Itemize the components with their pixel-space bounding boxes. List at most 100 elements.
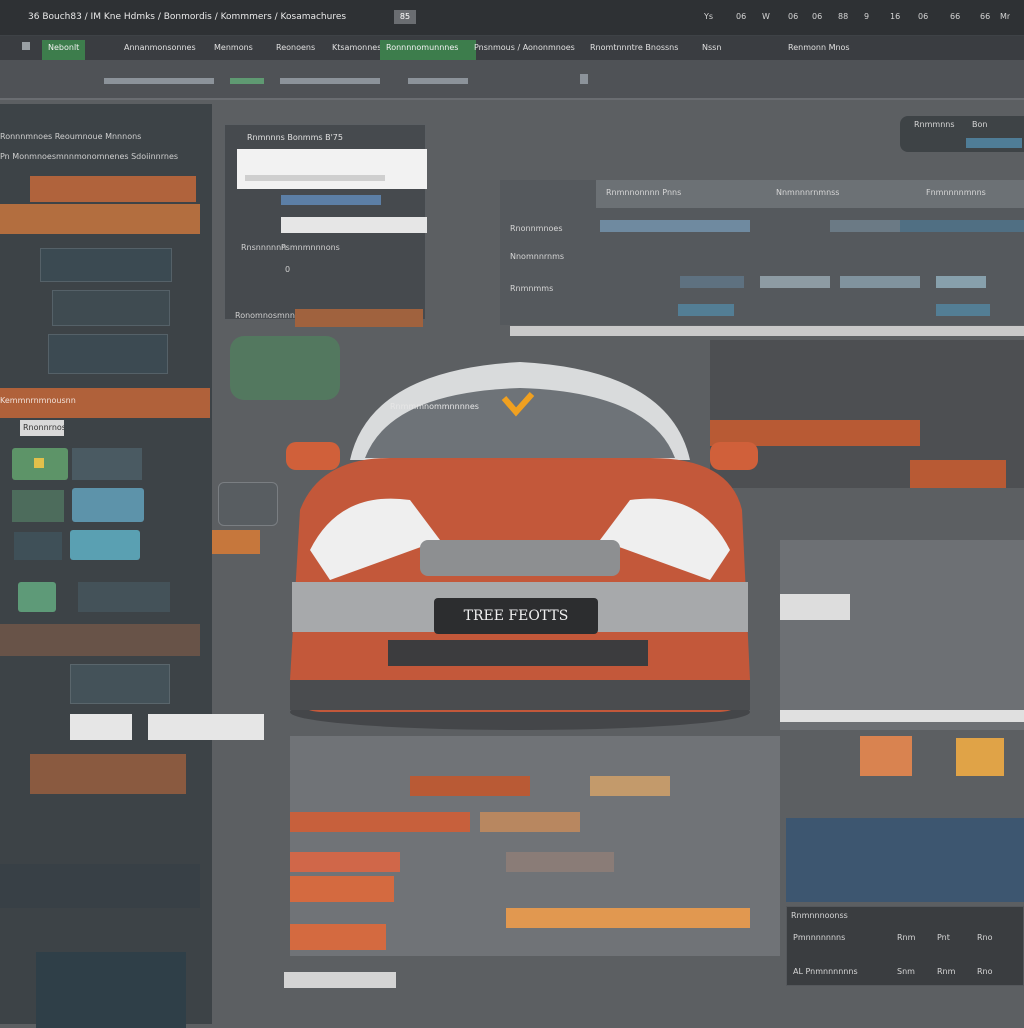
info-panel — [786, 818, 1024, 902]
sidebar-tile[interactable] — [70, 530, 140, 560]
menu-bar: Nebonlt Annanmonsonnes Menmons Reonoens … — [0, 36, 1024, 62]
summary-title: Rnmnnnoonss — [791, 911, 848, 920]
dialog-input[interactable] — [281, 217, 427, 233]
title-tool-item[interactable]: 06 — [812, 12, 822, 22]
col-header: Rnmnnonnnn Pnns — [606, 188, 682, 197]
dialog-row-label: Rnsnnnnnn — [241, 243, 287, 252]
title-bar: 36 Bouch83 / IM Kne Hdmks / Bonmordis / … — [0, 0, 1024, 36]
dialog-footer: Ronomnosmnnnennmnos — [235, 311, 295, 320]
table-cell[interactable] — [678, 304, 734, 316]
title-tool-item[interactable]: 06 — [736, 12, 746, 22]
table-cell[interactable] — [760, 276, 830, 288]
table-cell[interactable] — [680, 276, 744, 288]
chart-bar — [290, 876, 394, 902]
sidebar-chip[interactable]: Rnonnrnos — [20, 420, 64, 436]
summary-cell: Rnm — [937, 967, 956, 976]
sidebar-item[interactable] — [0, 624, 200, 656]
bottom-chart — [290, 736, 780, 956]
summary-panel: Rnmnnnoonss Pmnnnnnnns Rnm Pnt Rno AL Pn… — [786, 906, 1024, 986]
home-icon[interactable] — [22, 42, 30, 50]
detail-field[interactable] — [780, 594, 850, 620]
sidebar-item[interactable] — [30, 754, 186, 794]
title-tool-item[interactable]: Ys — [704, 12, 713, 22]
chart-bar — [290, 852, 400, 872]
title-tool-item[interactable]: 9 — [864, 12, 869, 22]
table-cell[interactable] — [936, 276, 986, 288]
title-tool-item[interactable]: 06 — [918, 12, 928, 22]
sidebar-tile[interactable] — [72, 448, 142, 480]
sidebar-tile[interactable] — [12, 448, 68, 480]
menu-item[interactable]: Nssn — [696, 40, 727, 62]
title-tool-item[interactable]: Mr — [1000, 12, 1010, 22]
sidebar-item[interactable] — [0, 864, 200, 908]
dialog: Rnmnnns Bonmms B'75 Rnsnnnnnn Psmnmnnnon… — [224, 124, 427, 327]
table-cell[interactable] — [936, 304, 990, 316]
title-tool-item[interactable]: 06 — [788, 12, 798, 22]
sidebar-card[interactable] — [70, 664, 170, 704]
window-title: 36 Bouch83 / IM Kne Hdmks / Bonmordis / … — [28, 12, 347, 22]
toolbar-field[interactable] — [230, 78, 264, 84]
sidebar-item-active[interactable] — [0, 204, 200, 234]
menu-item[interactable]: Nebonlt — [42, 40, 86, 62]
table-header: Rnmnnonnnn Pnns Nnmnnnrnmnss Fnmnnnnmnns — [596, 180, 1024, 208]
detail-panel — [780, 540, 1024, 730]
dialog-row[interactable] — [281, 195, 381, 205]
top-right-card[interactable]: Rnmmnns Bon — [900, 116, 1024, 152]
sidebar-card[interactable] — [52, 290, 170, 326]
toolbar-field[interactable] — [104, 78, 214, 84]
sidebar-section[interactable]: Kemmnrnmnousnn — [0, 388, 210, 418]
menu-item[interactable]: Ronnnnomunnnes — [380, 40, 476, 62]
menu-item[interactable]: Ktsamonnes — [326, 40, 387, 62]
title-tool-item[interactable]: 66 — [980, 12, 990, 22]
menu-item[interactable]: Reonoens — [270, 40, 321, 62]
chart-bar — [590, 776, 670, 796]
sidebar-tile[interactable] — [72, 488, 144, 522]
menu-item[interactable]: Renmonn Mnos — [782, 40, 856, 62]
title-tool-item[interactable]: 16 — [890, 12, 900, 22]
toolbar-field[interactable] — [408, 78, 468, 84]
menu-item[interactable]: Annanmonsonnes — [118, 40, 202, 62]
sidebar-card[interactable] — [36, 952, 186, 1028]
summary-row-label: AL Pnmnnnnnns — [793, 967, 858, 976]
chart-bar — [410, 776, 530, 796]
title-tool-item[interactable]: 88 — [838, 12, 848, 22]
folder-icon — [34, 458, 44, 468]
menu-item[interactable]: Pnsnmous / Aononmnoes — [468, 40, 581, 62]
menu-item[interactable]: Menmons — [208, 40, 259, 62]
summary-row-label: Pmnnnnnnns — [793, 933, 846, 942]
summary-cell: Rno — [977, 933, 993, 942]
sidebar-field[interactable] — [148, 714, 264, 740]
sidebar-tile[interactable] — [12, 490, 64, 522]
col-header: Nnmnnnrnmnss — [776, 188, 840, 197]
row-label: Rnmnmms — [510, 284, 554, 293]
toolbar-field[interactable] — [280, 78, 380, 84]
title-tools: Ys 06 W 06 06 88 9 16 06 66 66 Mr — [700, 8, 1020, 26]
chart-caption — [284, 972, 396, 988]
title-tool-item[interactable]: 66 — [950, 12, 960, 22]
dialog-title: Rnmnnns Bonmms B'75 — [247, 133, 343, 142]
dialog-button[interactable] — [295, 309, 423, 327]
table-cell[interactable] — [830, 220, 900, 232]
toolbar-icon[interactable] — [580, 74, 588, 84]
sidebar-card[interactable] — [48, 334, 168, 374]
sidebar-tile[interactable] — [14, 532, 62, 560]
row-label: Rnonnmnoes — [510, 224, 563, 233]
sidebar-item[interactable] — [30, 176, 196, 202]
sidebar-tile[interactable] — [18, 582, 56, 612]
sidebar-tile[interactable] — [78, 582, 170, 612]
dialog-input[interactable] — [237, 149, 427, 189]
col-header: Fnmnnnnmnns — [926, 188, 986, 197]
sidebar-field[interactable] — [70, 714, 132, 740]
table-cell[interactable] — [600, 220, 750, 232]
title-tool-item[interactable]: W — [762, 12, 770, 22]
float-tag[interactable] — [212, 530, 260, 554]
license-plate: TREE FEOTTS — [434, 598, 598, 634]
float-card[interactable] — [218, 482, 278, 526]
chart-bar — [290, 812, 470, 832]
table-cell[interactable] — [900, 220, 1024, 232]
status-tile — [860, 736, 912, 776]
detail-field[interactable] — [780, 710, 1024, 722]
sidebar-card[interactable] — [40, 248, 172, 282]
menu-item[interactable]: Rnomtnnntre Bnossns — [584, 40, 684, 62]
table-cell[interactable] — [840, 276, 920, 288]
